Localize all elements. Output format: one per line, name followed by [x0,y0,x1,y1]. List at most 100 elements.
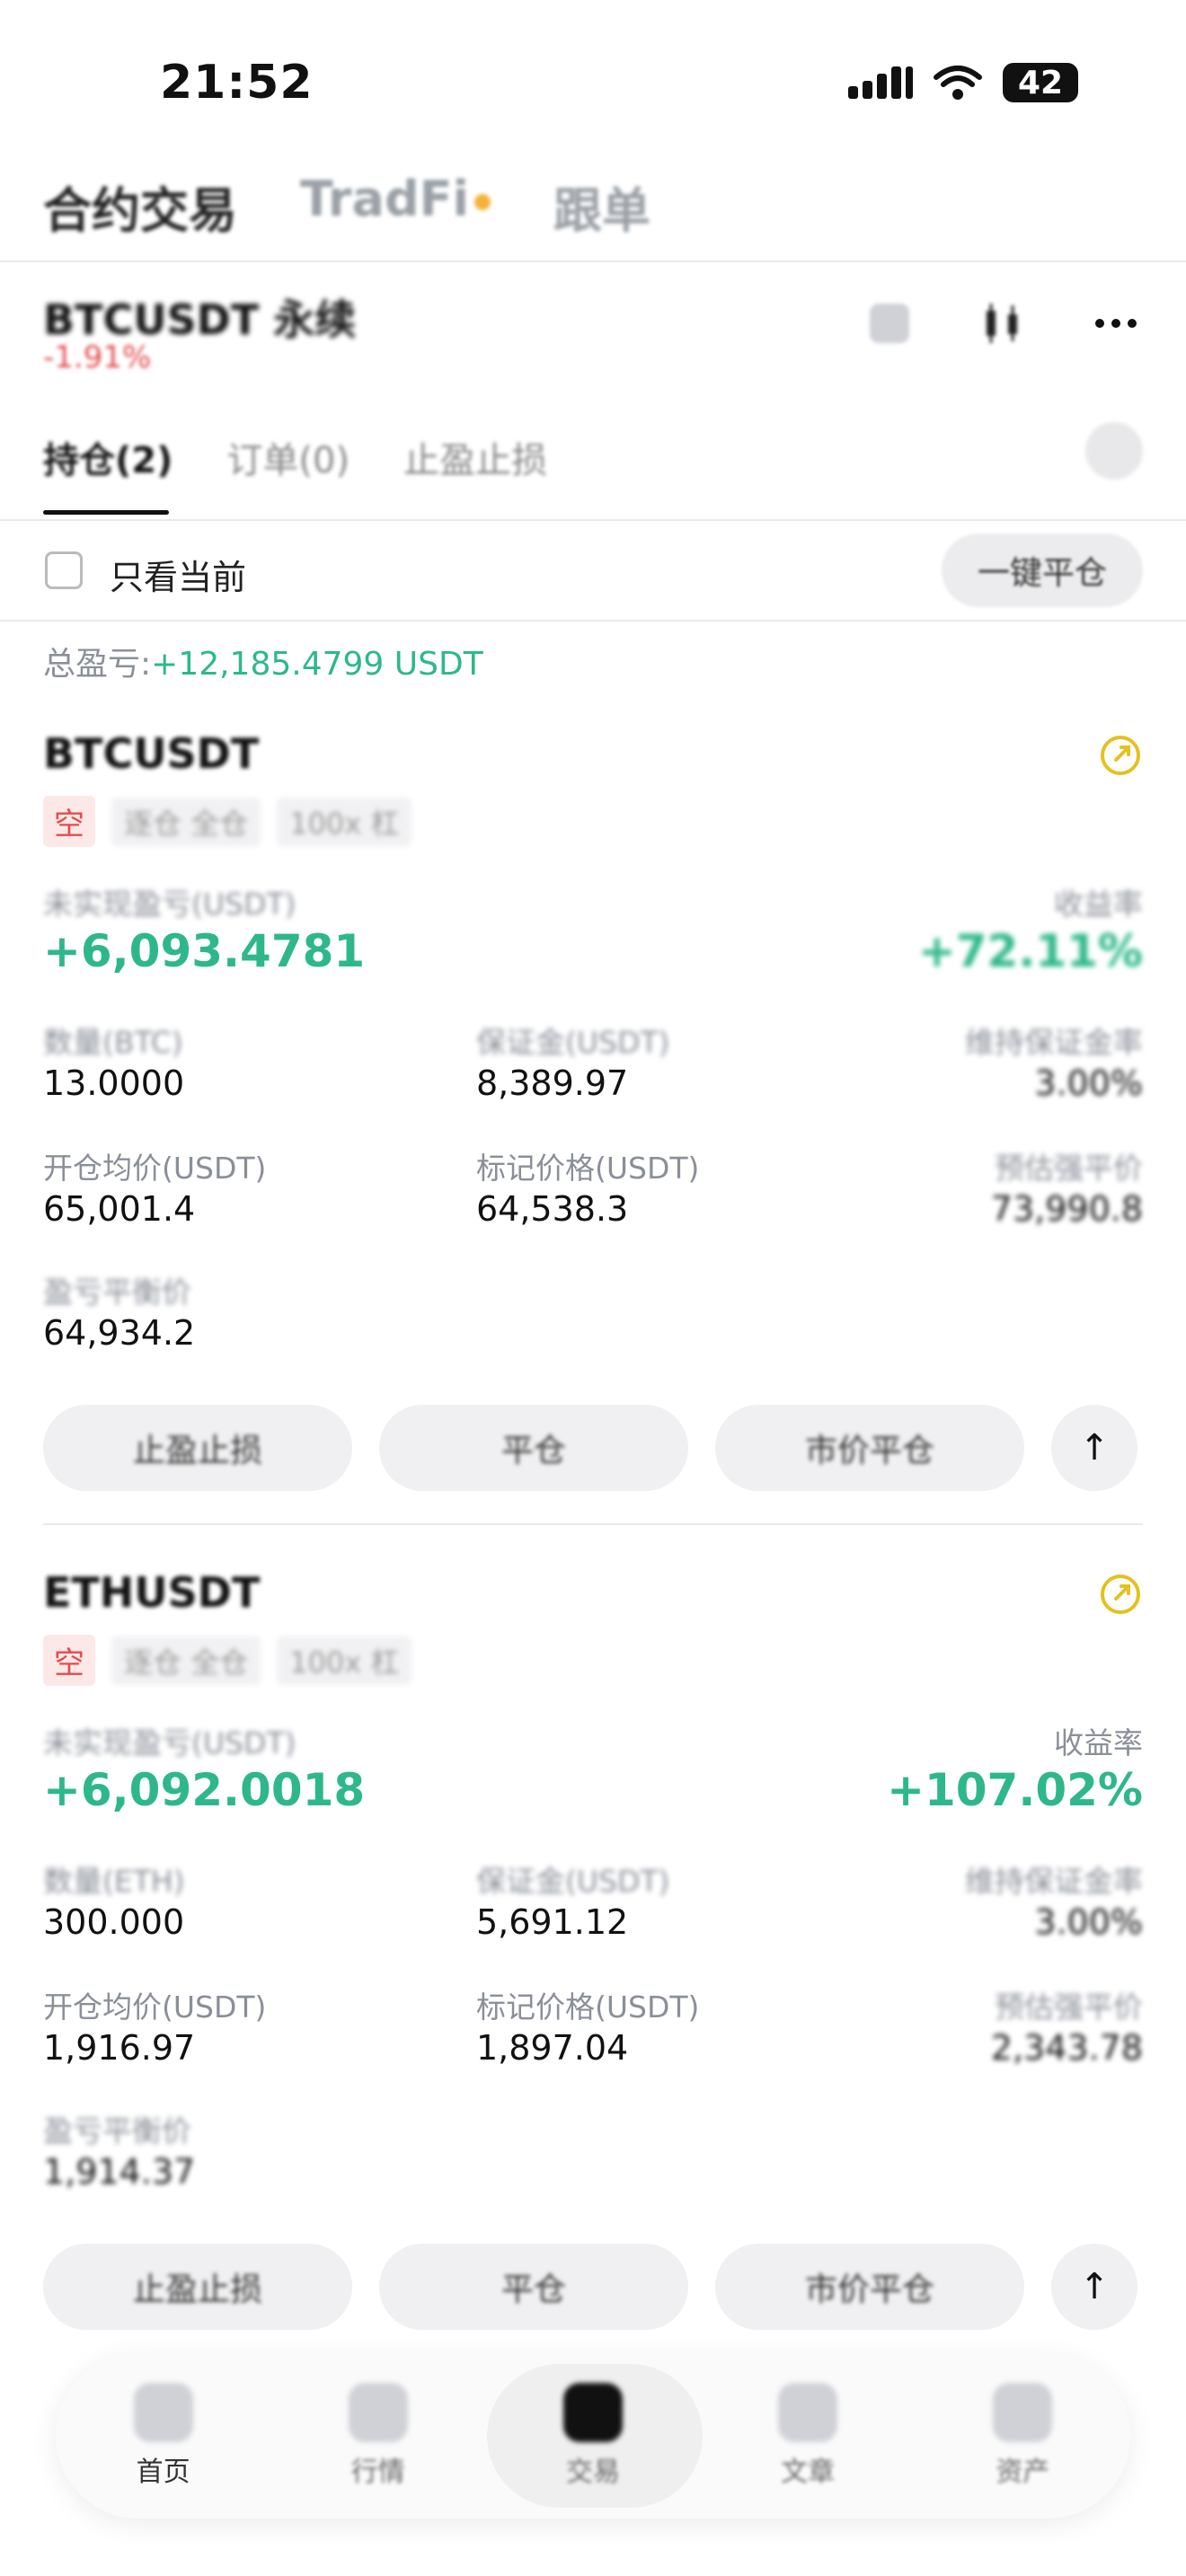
tab-positions[interactable]: 持仓(2) [43,431,173,483]
breakeven-value: 1,914.37 [43,2152,196,2192]
bottom-nav: 首页 行情 交易 文章 资产 [56,2353,1130,2519]
liq-price-label: 预估强平价 [995,1151,1143,1186]
nav-articles-label: 文章 [781,2457,836,2488]
only-current-checkbox[interactable] [45,551,83,589]
mark-price-value: 1,897.04 [476,2028,629,2068]
close-position-button[interactable]: 平仓 [379,2244,688,2330]
liq-price-value: 73,990.8 [990,1189,1143,1229]
qty-label: 数量(ETH) [43,1864,185,1899]
nav-markets[interactable]: 行情 [297,2383,459,2489]
status-time: 21:52 [160,56,314,110]
total-pnl-label: 总盈亏: [43,646,152,683]
nav-articles[interactable]: 文章 [727,2383,889,2489]
tab-contract-trade[interactable]: 合约交易 [43,171,237,242]
tpsl-button[interactable]: 止盈止损 [43,2244,352,2330]
trade-icon [562,2383,623,2442]
wifi-icon [934,66,982,100]
share-icon[interactable] [1098,733,1143,778]
nav-assets[interactable]: 资产 [942,2383,1103,2489]
qty-value: 300.000 [43,1902,185,1942]
new-dot-icon [474,194,491,211]
entry-price-label: 开仓均价(USDT) [43,1151,267,1186]
pair-selector[interactable]: BTCUSDT 永续 [43,287,356,347]
margin-mode-badge: 逐仓 全仓 [111,797,261,846]
nav-home-label: 首页 [136,2457,190,2488]
market-close-button[interactable]: 市价平仓 [715,1405,1024,1491]
position-actions: 止盈止损 平仓 市价平仓 ↑ [43,1405,1137,1491]
close-all-button[interactable]: 一键平仓 [942,534,1143,607]
position-tags: 空 逐仓 全仓 100x 杠 [43,1635,412,1686]
top-tabs: 合约交易 TradFi 跟单 [43,171,651,242]
divider [43,1523,1143,1525]
nav-markets-label: 行情 [350,2457,405,2488]
status-icons: 42 [848,63,1078,102]
tab-tpsl[interactable]: 止盈止损 [403,431,547,483]
close-position-button[interactable]: 平仓 [379,1405,688,1491]
position-tabs: 持仓(2) 订单(0) 止盈止损 [43,431,547,483]
more-icon[interactable] [1089,296,1143,350]
entry-price-label: 开仓均价(USDT) [43,1989,267,2025]
active-tab-indicator [43,510,169,515]
markets-icon [348,2383,408,2442]
side-badge: 空 [43,796,95,847]
nav-trade-label: 交易 [565,2457,620,2488]
mark-price-label: 标记价格(USDT) [476,1151,700,1186]
position-actions: 止盈止损 平仓 市价平仓 ↑ [43,2244,1137,2330]
leverage-badge[interactable]: 100x 杠 [277,797,412,846]
mmr-label: 维持保证金率 [965,1025,1143,1060]
expand-icon[interactable]: ↑ [1051,1405,1137,1491]
position-symbol[interactable]: ETHUSDT [43,1568,260,1617]
mmr-value: 3.00% [1034,1902,1143,1942]
mmr-label: 维持保证金率 [965,1864,1143,1899]
home-icon [133,2383,193,2442]
leverage-badge[interactable]: 100x 杠 [277,1636,412,1685]
nav-home[interactable]: 首页 [83,2383,244,2489]
divider [0,260,1186,262]
mark-price-label: 标记价格(USDT) [476,1989,700,2025]
roe-label: 收益率 [1054,1725,1143,1760]
mark-price-value: 64,538.3 [476,1189,629,1229]
roe-value: +107.02% [887,1764,1143,1816]
nav-trade[interactable]: 交易 [512,2383,674,2489]
entry-price-value: 1,916.97 [43,2028,196,2068]
unrealized-pnl-value: +6,093.4781 [43,925,366,977]
market-close-button[interactable]: 市价平仓 [715,2244,1024,2330]
liq-price-label: 预估强平价 [995,1989,1143,2025]
margin-label: 保证金(USDT) [476,1025,670,1060]
articles-icon [778,2383,838,2442]
tab-orders[interactable]: 订单(0) [226,431,350,483]
settings-icon[interactable] [1085,422,1143,480]
margin-value: 8,389.97 [476,1063,629,1103]
breakeven-label: 盈亏平衡价 [43,2113,191,2148]
mmr-value: 3.00% [1034,1063,1143,1103]
margin-mode-badge: 逐仓 全仓 [111,1636,261,1685]
divider [0,519,1186,521]
unrealized-pnl-value: +6,092.0018 [43,1764,366,1816]
expand-icon[interactable]: ↑ [1051,2244,1137,2330]
divider [0,620,1186,622]
tab-copy-trade[interactable]: 跟单 [553,171,651,242]
tab-tradfi[interactable]: TradFi [300,171,491,242]
cellular-signal-icon [848,66,913,99]
qty-value: 13.0000 [43,1063,185,1103]
roe-label: 收益率 [1054,887,1143,922]
total-pnl: 总盈亏:+12,185.4799 USDT [43,638,483,684]
pair-change: -1.91% [43,340,152,375]
unrealized-pnl-label: 未实现盈亏(USDT) [43,1725,296,1760]
nav-assets-label: 资产 [996,2457,1050,2488]
position-card: ETHUSDT 空 逐仓 全仓 100x 杠 未实现盈亏(USDT) +6,09… [0,1557,1186,2348]
calculator-icon[interactable] [863,296,916,350]
candlestick-chart-icon[interactable] [976,296,1030,350]
tpsl-button[interactable]: 止盈止损 [43,1405,352,1491]
side-badge: 空 [43,1635,95,1686]
qty-label: 数量(BTC) [43,1025,183,1060]
margin-value: 5,691.12 [476,1902,629,1942]
position-card: BTCUSDT 空 逐仓 全仓 100x 杠 未实现盈亏(USDT) +6,09… [0,719,1186,1509]
position-symbol[interactable]: BTCUSDT [43,729,259,778]
share-icon[interactable] [1098,1572,1143,1617]
breakeven-label: 盈亏平衡价 [43,1275,191,1310]
position-tags: 空 逐仓 全仓 100x 杠 [43,796,412,847]
breakeven-value: 64,934.2 [43,1313,196,1353]
margin-label: 保证金(USDT) [476,1864,670,1899]
roe-value: +72.11% [917,925,1143,977]
